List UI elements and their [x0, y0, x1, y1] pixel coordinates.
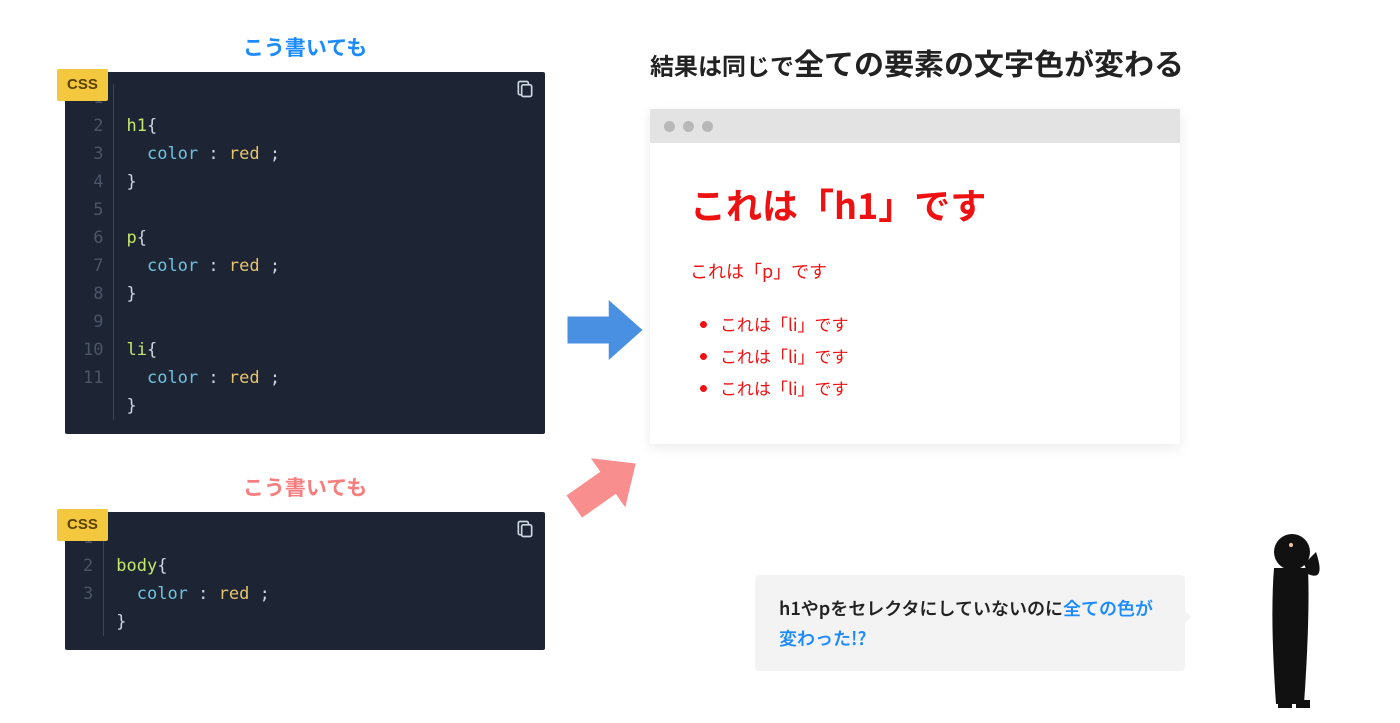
- window-dot-icon: [683, 121, 694, 132]
- rendered-list: これは「li」です これは「li」です これは「li」です: [690, 308, 1140, 404]
- code-body: body{ color : red ; }: [104, 524, 282, 636]
- editor-lang-badge: CSS: [57, 69, 108, 101]
- arrow-blue-icon: [565, 300, 645, 360]
- browser-content: これは「h1」です これは「p」です これは「li」です これは「li」です こ…: [650, 143, 1180, 444]
- rendered-p: これは「p」です: [690, 258, 1140, 284]
- code-body: h1{ color : red ; } p{ color : red ; } l…: [114, 84, 292, 420]
- right-column: 結果は同じで全ての要素の文字色が変わる これは「h1」です これは「p」です こ…: [650, 40, 1184, 444]
- editor-lang-badge: CSS: [57, 509, 108, 541]
- list-item: これは「li」です: [720, 340, 1140, 372]
- copy-icon[interactable]: [515, 518, 535, 540]
- left-column: こう書いても CSS 123 456 789 1011 h1{ color : …: [65, 32, 545, 650]
- person-figure-icon: [1230, 528, 1340, 708]
- code-editor-2: CSS 123 body{ color : red ; }: [65, 512, 545, 650]
- browser-titlebar: [650, 109, 1180, 143]
- rendered-h1: これは「h1」です: [690, 178, 1140, 230]
- arrow-pink-icon: [555, 437, 655, 532]
- window-dot-icon: [702, 121, 713, 132]
- list-item: これは「li」です: [720, 372, 1140, 404]
- speech-bubble: h1やpをセレクタにしていないのに全ての色が変わった!?: [755, 575, 1185, 671]
- window-dot-icon: [664, 121, 675, 132]
- result-title: 結果は同じで全ての要素の文字色が変わる: [650, 40, 1184, 84]
- browser-mock: これは「h1」です これは「p」です これは「li」です これは「li」です こ…: [650, 109, 1180, 444]
- label-top: こう書いても: [65, 32, 545, 62]
- copy-icon[interactable]: [515, 78, 535, 100]
- label-bottom: こう書いても: [65, 472, 545, 502]
- list-item: これは「li」です: [720, 308, 1140, 340]
- code-editor-1: CSS 123 456 789 1011 h1{ color : red ; }…: [65, 72, 545, 434]
- line-gutter: 123 456 789 1011: [65, 84, 114, 420]
